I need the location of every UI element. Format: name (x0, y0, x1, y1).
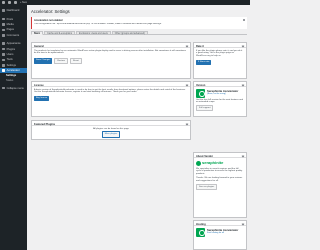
about-text: We specialize in search engines and the … (196, 167, 243, 176)
tools-icon (2, 58, 5, 62)
reset-button[interactable]: Reset (70, 58, 82, 65)
dashboard-icon (2, 9, 5, 12)
sidebar-item-label: Media (6, 22, 14, 26)
rate-title-text: Rate it (196, 44, 204, 48)
general-text: The products for templates by our automa… (34, 49, 186, 55)
rate-button[interactable]: 5 Stars rate (196, 60, 212, 65)
plugins-icon (2, 47, 5, 51)
media-icon (2, 23, 5, 26)
error-notice: Acceleration not enabled The configurati… (31, 17, 247, 29)
sidebar-item-label: Appearance (6, 42, 21, 46)
hosting-title: Hosting (194, 221, 246, 226)
featured-text: All plugins can be found on this page (93, 127, 129, 130)
sidebar-item-label: Accelerator (6, 69, 20, 73)
tab-cache[interactable]: Cache and & exceptions (44, 31, 76, 35)
notice-title: Acceleration not enabled (34, 18, 63, 22)
appearance-icon (2, 42, 5, 45)
notice-text: The configuration file "wp-content/advan… (34, 22, 162, 25)
full-support-button[interactable]: Full support (196, 105, 214, 112)
version-box: Version Seraphinite Accelerator (Base, n… (193, 81, 247, 117)
chevron-up-icon[interactable] (185, 122, 189, 125)
collapse-icon (2, 86, 5, 90)
sidebar-item-label: Plugins (6, 47, 16, 51)
restore-button[interactable]: Restore (54, 58, 69, 65)
license-text: A basic version of Seraphinite Accelerat… (34, 88, 186, 94)
version-sub[interactable]: (Base, not for using) (207, 93, 238, 96)
pages-icon (2, 28, 5, 32)
settings-tabs: Basic Cache and & exceptions Exclusions:… (31, 31, 247, 36)
sidebar-item-label: Settings (6, 63, 16, 67)
license-title: License (32, 82, 190, 87)
general-title: General (32, 43, 190, 48)
collapse-menu-button[interactable]: Collapse menu (0, 85, 27, 90)
hosting-logo-icon (196, 227, 205, 237)
sidebar-item-label: Tools (6, 58, 13, 62)
chevron-up-icon[interactable] (241, 83, 245, 86)
chevron-up-icon[interactable] (185, 83, 189, 86)
tab-exclusions[interactable]: Exclusions: views and users (76, 31, 111, 35)
hosting-box: Hosting Seraphinite Accelerator Fast hos… (193, 220, 247, 250)
home-icon[interactable] (8, 1, 11, 4)
collapse-label: Collapse menu (6, 86, 24, 90)
featured-title-text: Featured Plugins (34, 122, 56, 126)
about-text-2: Thanks. We are looking forward to your r… (196, 177, 243, 183)
chevron-up-icon[interactable] (185, 44, 189, 47)
see-plugins-button[interactable]: See our plugins (196, 184, 218, 191)
vendor-brand: seraphinite (202, 159, 224, 165)
hosting-title-text: Hosting (196, 222, 206, 226)
admin-sidebar: Dashboard Posts Media Pages Comments App… (0, 5, 27, 250)
hosting-sub: Fast hosting for all (207, 232, 224, 235)
license-box: License A basic version of Seraphinite A… (31, 81, 191, 117)
more-plugins-button[interactable]: More plugins (101, 131, 121, 138)
new-content-link[interactable]: + New (20, 1, 27, 4)
chevron-up-icon[interactable] (241, 154, 245, 157)
sidebar-item-label: Comments (6, 33, 20, 37)
buy-license-button[interactable]: Buy license (34, 96, 50, 101)
sidebar-item-label: Posts (6, 17, 14, 21)
wordpress-logo-icon[interactable] (2, 1, 5, 4)
sidebar-item-label: Users (6, 52, 14, 56)
about-vendor-box: About Vendor seraphinite We specialize i… (193, 152, 247, 218)
version-text: Get the free full version for the next f… (196, 98, 243, 104)
comments-icon[interactable] (14, 1, 17, 4)
about-title-text: About Vendor (196, 154, 214, 158)
featured-plugins-box: Featured Plugins All plugins can be foun… (31, 120, 191, 140)
version-title-text: Version (196, 83, 206, 87)
seraphinite-logo-icon (196, 160, 201, 166)
general-box: General The products for templates by ou… (31, 42, 191, 79)
users-icon (2, 53, 5, 56)
chevron-up-icon[interactable] (241, 44, 245, 47)
chevron-up-icon[interactable] (241, 222, 245, 225)
tab-other[interactable]: Other (groups and advanced) (111, 31, 148, 35)
rate-text: If you like the plugin please rate it, a… (196, 49, 243, 58)
tab-basic[interactable]: Basic (31, 31, 44, 35)
dismiss-icon[interactable] (242, 18, 245, 21)
license-title-text: License (34, 83, 44, 87)
comments-icon (2, 33, 5, 37)
rate-title: Rate it (194, 43, 246, 48)
rate-box: Rate it If you like the plugin please ra… (193, 42, 247, 79)
accelerator-icon (2, 69, 5, 72)
settings-icon (2, 63, 5, 67)
general-title-text: General (34, 44, 44, 48)
accelerator-logo-icon (196, 88, 205, 98)
sidebar-item-label: Dashboard (6, 9, 20, 13)
posts-icon (2, 17, 5, 21)
about-title: About Vendor (194, 153, 246, 158)
save-changes-button[interactable]: Save Changes (34, 58, 53, 65)
featured-title: Featured Plugins (32, 121, 190, 126)
version-title: Version (194, 82, 246, 87)
page-title: Accelerator: Settings (31, 9, 70, 14)
sidebar-item-label: Pages (6, 28, 14, 32)
